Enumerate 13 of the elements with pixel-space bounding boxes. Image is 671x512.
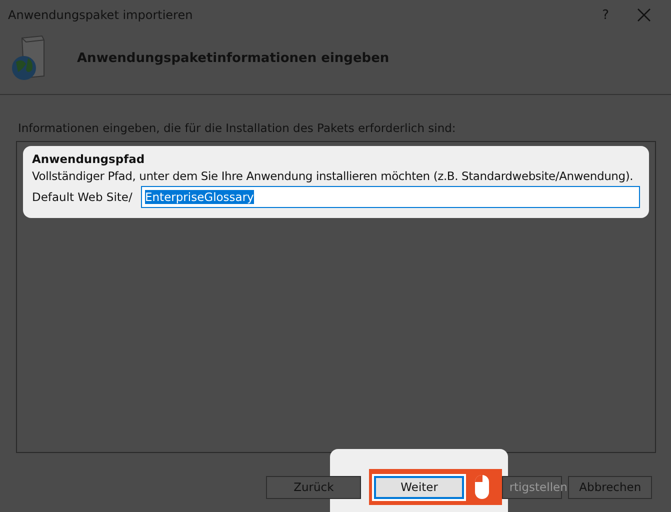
cancel-button[interactable]: Abbrechen (568, 476, 652, 498)
close-icon[interactable] (637, 8, 651, 22)
group-title: Anwendungspfad (32, 152, 146, 166)
instruction-text: Informationen eingeben, die für die Installation des Pakets erforderlich sind: (18, 121, 457, 135)
path-input-field[interactable]: EnterpriseGlossary (141, 186, 640, 208)
next-button[interactable]: Weiter (374, 476, 464, 498)
back-button[interactable]: Zurück (266, 476, 362, 498)
help-button[interactable]: ? (602, 8, 609, 22)
path-prefix-label: Default Web Site/ (32, 190, 134, 204)
window-title: Anwendungspaket importieren (8, 8, 194, 22)
page-heading: Anwendungspaketinformationen eingeben (77, 50, 390, 66)
mouse-icon (474, 474, 490, 500)
description-text: Vollständiger Pfad, unter dem Sie Ihre Anwendung installieren möchten (z.B. Standardwebsite/Anwendung). (32, 169, 634, 183)
